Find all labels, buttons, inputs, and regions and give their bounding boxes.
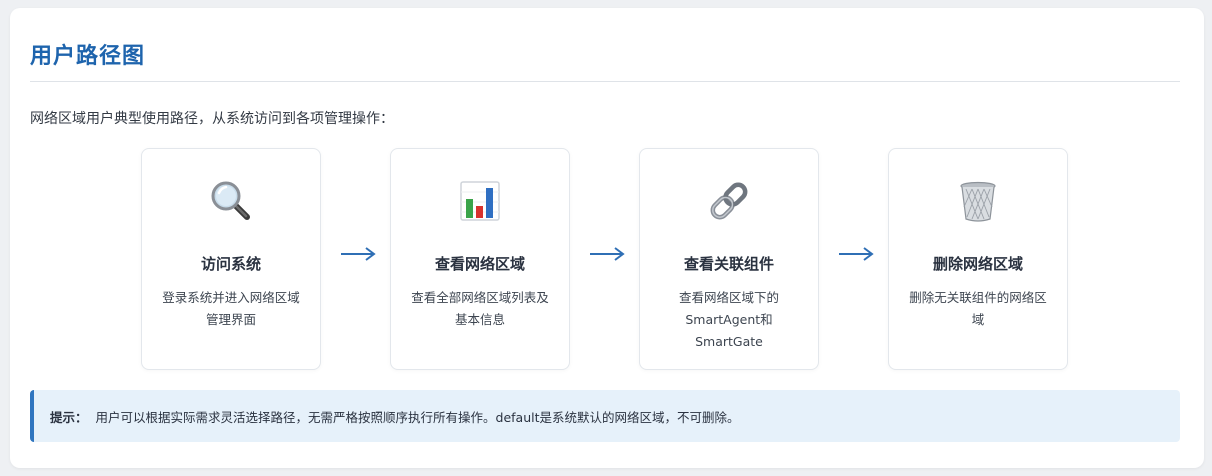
step-title: 查看网络区域: [434, 255, 525, 273]
arrow-right-icon: [839, 247, 874, 261]
step-title: 查看关联组件: [683, 255, 774, 273]
step-description: 删除无关联组件的网络区域: [909, 290, 1047, 327]
step-description: 查看全部网络区域列表及基本信息: [411, 290, 549, 327]
step-card-delete-network-area: 删除网络区域 删除无关联组件的网络区域: [888, 148, 1068, 370]
page-title: 用户路径图: [30, 44, 146, 69]
arrow-right-icon: [590, 247, 625, 261]
user-path-card: 用户路径图 网络区域用户典型使用路径，从系统访问到各项管理操作： 访问系统 登录…: [10, 8, 1204, 468]
tip-text: 用户可以根据实际需求灵活选择路径，无需严格按照顺序执行所有操作。default是…: [95, 409, 740, 425]
title-divider: [30, 81, 1180, 82]
tip-label: 提示：: [50, 409, 88, 425]
step-description: 登录系统并进入网络区域管理界面: [162, 290, 300, 327]
intro-text: 网络区域用户典型使用路径，从系统访问到各项管理操作：: [30, 111, 394, 127]
tip-box: 提示： 用户可以根据实际需求灵活选择路径，无需严格按照顺序执行所有操作。defa…: [30, 390, 1180, 442]
step-card-access-system: 访问系统 登录系统并进入网络区域管理界面: [141, 148, 321, 370]
step-card-view-linked-components: 查看关联组件 查看网络区域下的SmartAgent和SmartGate: [639, 148, 819, 370]
trash-bin-icon: [889, 177, 1067, 225]
step-title: 访问系统: [200, 255, 261, 273]
step-card-view-network-areas: 查看网络区域 查看全部网络区域列表及基本信息: [390, 148, 570, 370]
bar-chart-icon: [391, 177, 569, 225]
step-title: 删除网络区域: [932, 255, 1023, 273]
magnifier-icon: [142, 177, 320, 225]
chain-link-icon: [640, 177, 818, 225]
arrow-right-icon: [341, 247, 376, 261]
step-description: 查看网络区域下的SmartAgent和SmartGate: [678, 290, 779, 349]
